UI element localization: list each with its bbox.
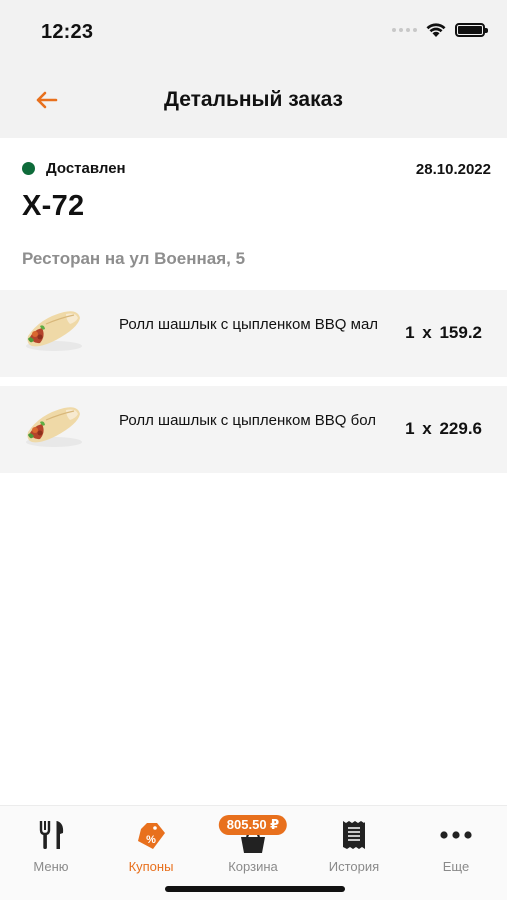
status-icons — [392, 22, 488, 38]
top-area: 12:23 Детальный заказ — [0, 0, 507, 138]
battery-icon — [455, 23, 488, 37]
order-detail-screen: 12:23 Детальный заказ Доставлен 28.10.20… — [0, 0, 507, 900]
order-info: Доставлен 28.10.2022 X-72 Ресторан на ул… — [0, 138, 507, 290]
tab-label: История — [328, 859, 380, 874]
shawarma-roll-image — [26, 311, 82, 351]
order-item[interactable]: Ролл шашлык с цыпленком BBQ бол 1 x 229.… — [0, 386, 507, 473]
receipt-icon — [337, 818, 371, 852]
shawarma-roll-image — [26, 407, 82, 447]
status-dot-icon — [22, 162, 35, 175]
status-time: 12:23 — [41, 21, 94, 43]
status-label: Доставлен — [46, 160, 126, 177]
item-name: Ролл шашлык с цыпленком BBQ мал — [119, 316, 379, 333]
more-dots-icon — [439, 818, 473, 852]
tab-history[interactable]: История — [314, 812, 394, 874]
item-name: Ролл шашлык с цыпленком BBQ бол — [119, 412, 376, 429]
tab-menu[interactable]: Меню — [11, 812, 91, 874]
order-number: X-72 — [22, 190, 85, 222]
order-date: 28.10.2022 — [415, 161, 491, 178]
svg-text:%: % — [146, 834, 156, 846]
restaurant-address: Ресторан на ул Военная, 5 — [22, 249, 246, 268]
item-quantity-price: 1 x 229.6 — [405, 419, 482, 438]
tab-label: Корзина — [228, 859, 278, 874]
page-title: Детальный заказ — [164, 88, 343, 111]
cart-total-badge: 805.50 ₽ — [218, 815, 288, 835]
tab-cart[interactable]: 805.50 ₽ Корзина — [213, 812, 293, 874]
tab-label: Меню — [33, 859, 69, 874]
signal-icon — [392, 28, 417, 32]
fork-knife-icon — [34, 818, 68, 852]
tab-coupons[interactable]: % Купоны — [111, 812, 191, 874]
tab-label: Купоны — [128, 859, 174, 874]
order-status: Доставлен — [22, 160, 126, 177]
order-item[interactable]: Ролл шашлык с цыпленком BBQ мал 1 x 159.… — [0, 290, 507, 377]
tab-more[interactable]: Еще — [416, 812, 496, 874]
wifi-icon — [426, 23, 446, 37]
coupon-tag-icon: % — [134, 818, 168, 852]
tab-label: Еще — [442, 859, 470, 874]
status-bar: 12:23 — [0, 0, 507, 64]
nav-header: Детальный заказ — [0, 64, 507, 138]
item-quantity-price: 1 x 159.2 — [405, 323, 482, 342]
home-indicator — [165, 886, 345, 892]
